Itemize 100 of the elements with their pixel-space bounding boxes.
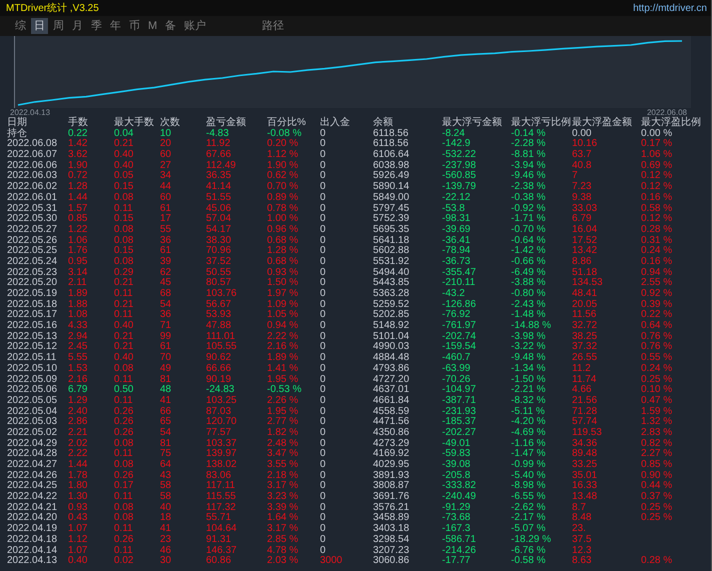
table-cell-text: 0.08	[114, 224, 134, 236]
table-cell-text: -9.48 %	[511, 353, 546, 364]
table-cell-text: 2022.05.18	[7, 300, 58, 310]
table-cell-text: 0	[320, 128, 327, 139]
tab[interactable]: 日	[31, 18, 48, 34]
table-cell-text: 8.86	[572, 256, 592, 268]
table-cell-text: 67.66	[206, 150, 232, 161]
table-cell-text: 0.72	[68, 171, 88, 182]
table-cell-text: 1.88	[68, 300, 88, 310]
table-cell-text: 0.24 %	[641, 246, 674, 257]
table-cell-text: 0.69 %	[641, 160, 674, 171]
table-cell-text: -4.69 %	[511, 428, 546, 439]
table-cell-text: 65	[160, 417, 172, 428]
tab[interactable]: 路径	[259, 18, 288, 34]
table-cell-text: 2.27 %	[641, 449, 674, 460]
table-cell-text: 4.33	[68, 321, 88, 332]
table-cell-text: 2022.04.21	[7, 502, 58, 513]
table-cell-text: 0.08	[114, 460, 134, 471]
table-cell-text: 持仓	[7, 128, 28, 139]
table-cell-text: 32.72	[572, 321, 598, 332]
table-cell-text: 12.3	[572, 546, 592, 556]
table-cell-text: 111.01	[206, 332, 236, 342]
table-cell-text: 0.28 %	[641, 556, 674, 567]
table-cell-text: 0	[320, 332, 327, 342]
table-cell-text: -59.83	[442, 449, 472, 460]
table-cell-text: 1.90	[68, 160, 88, 171]
table-cell-text: -36.41	[442, 236, 472, 246]
table-cell-text: -0.14 %	[511, 128, 546, 139]
table-cell-text: 5531.92	[373, 256, 410, 268]
table-cell-text: 0	[320, 171, 327, 182]
column-header: 余额	[373, 118, 394, 129]
table-cell-text: 0.25 %	[641, 374, 674, 385]
table-cell-text: 60.86	[206, 556, 232, 567]
table-cell-text: 0.24 %	[641, 364, 674, 375]
table-cell-text: -3.98 %	[511, 332, 546, 342]
table-cell-text: 2022.04.18	[7, 534, 58, 546]
tab[interactable]: 年	[107, 18, 124, 34]
table-cell-text: 8.7	[572, 502, 587, 513]
tab[interactable]: 月	[69, 18, 86, 34]
table-cell-text: 2.11	[68, 278, 88, 289]
column-header: 最大浮盈比例	[641, 118, 702, 129]
table-cell-text: 119.53	[572, 428, 603, 439]
table-cell-text: -1.48 %	[511, 310, 546, 321]
table-cell-text: 1.89 %	[267, 353, 300, 364]
tab[interactable]: 备	[162, 18, 180, 34]
table-cell-text: 0	[320, 449, 327, 460]
table-cell-text: 41	[160, 396, 172, 407]
table-cell-text: 26.55	[572, 353, 598, 364]
tab[interactable]: 币	[126, 18, 143, 34]
tab[interactable]: 季	[88, 18, 105, 34]
table-cell-text: 1.42	[68, 139, 88, 150]
table-cell-text: 36.35	[206, 171, 232, 182]
table-cell-text: 1.59 %	[641, 406, 674, 417]
table-cell-text: 0.55 %	[641, 353, 674, 364]
table-cell-text: 46	[160, 546, 172, 556]
table-cell-text: 2.26 %	[267, 396, 300, 407]
table-cell-text: 0	[320, 321, 327, 332]
table-cell-text: 1.82 %	[267, 428, 300, 439]
table-cell-text: 4793.86	[373, 364, 410, 375]
table-cell-text: -0.80 %	[511, 289, 546, 300]
table-cell-text: 8.48	[572, 513, 592, 524]
tab[interactable]: 综	[12, 18, 29, 34]
table-cell-text: 0.85	[68, 214, 88, 225]
table-cell-text: 4884.48	[373, 353, 410, 364]
table-cell-text: 4637.01	[373, 385, 410, 396]
table-cell-text: 5695.35	[373, 224, 410, 236]
table-cell-text: -0.92 %	[511, 204, 546, 214]
table-cell-text: 105.55	[206, 342, 238, 353]
table-cell-text: 0.93 %	[267, 268, 300, 278]
table-cell-text: 0.28 %	[641, 224, 674, 236]
table-cell-text: 80.57	[206, 278, 232, 289]
table-cell-text: 2022.05.11	[7, 353, 58, 364]
tab[interactable]: 周	[50, 18, 67, 34]
table-cell-text: 0	[320, 310, 327, 321]
table-cell-text: 18	[160, 513, 172, 524]
table-cell-text: -210.11	[442, 278, 476, 289]
table-cell-text: 0	[320, 204, 327, 214]
table-cell-text: 0.15	[114, 182, 134, 193]
table-cell-text: 87.03	[206, 406, 232, 417]
table-cell-text: -761.97	[442, 321, 477, 332]
table-cell-text: 1.76	[68, 246, 88, 257]
table-cell-text: 81	[160, 438, 172, 449]
table-cell-text: 47.88	[206, 321, 232, 332]
table-cell-text: 0	[320, 406, 327, 417]
table-cell-text: -333.82	[442, 481, 477, 492]
website-link[interactable]: http://mtdriver.cn	[633, 2, 707, 14]
tab[interactable]: M	[145, 18, 160, 34]
table-cell-text: 0.08	[114, 513, 134, 524]
table-cell-text: 2022.05.19	[7, 289, 58, 300]
table-cell-text: 0.08	[114, 364, 134, 375]
table-cell-text: 0.08	[114, 438, 134, 449]
table-cell-text: 48.41	[572, 289, 598, 300]
tab[interactable]: 账户	[181, 18, 210, 34]
table-cell-text: 0.26	[114, 428, 134, 439]
table-cell-text: 2022.04.29	[7, 438, 58, 449]
table-cell-text: 5363.28	[373, 289, 410, 300]
table-cell-text: 33.03	[572, 204, 598, 214]
table-cell-text: 3691.76	[373, 492, 410, 503]
table-cell-text: 51.55	[206, 192, 232, 204]
table-cell-text: 5926.49	[373, 171, 410, 182]
